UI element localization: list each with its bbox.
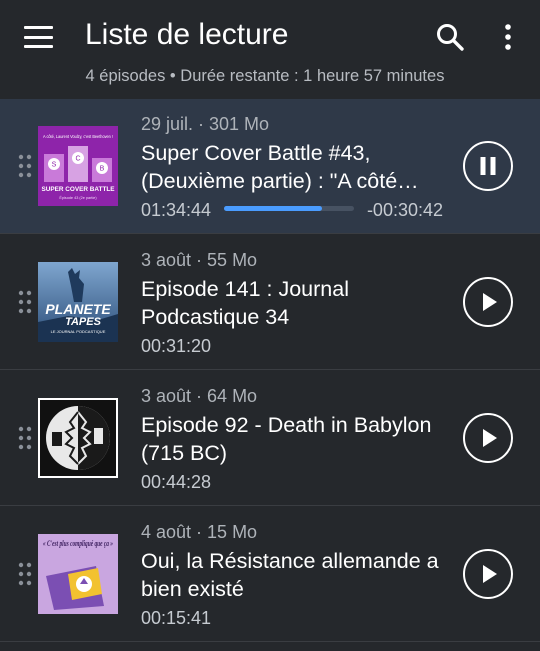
cover-title: SUPER COVER BATTLE (41, 186, 115, 193)
playlist-item[interactable]: S C B A côté, Laurent Voulzy, c'est Beet… (0, 99, 540, 234)
pause-button[interactable] (463, 141, 513, 191)
drag-handle-icon[interactable] (18, 426, 32, 450)
cover-top-text: « C'est plus compliqué que ça » (43, 539, 113, 548)
menu-icon[interactable] (24, 26, 53, 48)
play-button[interactable] (463, 549, 513, 599)
play-icon (483, 565, 497, 583)
drag-handle-icon[interactable] (18, 562, 32, 586)
episode-cover (38, 398, 118, 478)
episode-meta: 3 août · 55 Mo (141, 250, 258, 270)
episode-cover: « C'est plus compliqué que ça » (38, 534, 118, 614)
cover-line3: LE JOURNAL PODCASTIQUE (51, 329, 106, 334)
playlist-item[interactable]: 3 août · 64 Mo Episode 92 - Death in Bab… (0, 371, 540, 506)
playlist-item[interactable]: « C'est plus compliqué que ça » 4 août ·… (0, 507, 540, 642)
episode-meta: 3 août · 64 Mo (141, 386, 258, 406)
cover-line1: PLANETE (45, 301, 111, 317)
episode-cover: PLANETE TAPES LE JOURNAL PODCASTIQUE (38, 262, 118, 342)
episode-elapsed: 01:34:44 (141, 200, 212, 220)
page-title: Liste de lecture (85, 18, 289, 51)
episode-meta: 29 juil. · 301 Mo (141, 114, 270, 134)
episode-duration: 00:31:20 (141, 336, 212, 356)
episode-meta: 4 août · 15 Mo (141, 522, 258, 542)
search-icon[interactable] (435, 22, 465, 52)
episode-progress-fill (224, 206, 323, 211)
episode-title: Super Cover Battle #43, (Deuxième partie… (141, 141, 419, 193)
playlist-summary: 4 épisodes • Durée restante : 1 heure 57… (85, 67, 445, 85)
pause-icon (480, 157, 496, 175)
cover-letter-s: S (52, 162, 57, 169)
episode-title: Episode 92 - Death in Babylon (715 BC) (141, 413, 432, 465)
play-icon (483, 429, 497, 447)
episode-duration: 00:15:41 (141, 608, 212, 628)
play-button[interactable] (463, 413, 513, 463)
app-bar: Liste de lecture 4 épisodes • Durée rest… (0, 0, 540, 98)
episode-duration: 00:44:28 (141, 472, 212, 492)
playlist-item[interactable]: PLANETE TAPES LE JOURNAL PODCASTIQUE 3 a… (0, 235, 540, 370)
more-vert-icon[interactable] (498, 22, 518, 52)
episode-remaining: -00:30:42 (366, 200, 443, 220)
drag-handle-icon[interactable] (18, 290, 32, 314)
cover-small-text: Épisode 43 (2e partie) (59, 195, 97, 200)
cover-line2: TAPES (65, 316, 102, 328)
play-button[interactable] (463, 277, 513, 327)
cover-letter-c: C (75, 156, 80, 163)
play-icon (483, 293, 497, 311)
drag-handle-icon[interactable] (18, 154, 32, 178)
episode-progress-bar[interactable] (224, 206, 354, 211)
episode-title: Episode 141 : Journal Podcastique 34 (141, 277, 349, 329)
cover-top-text: A côté, Laurent Voulzy, c'est Beethoven … (43, 134, 113, 139)
episode-title: Oui, la Résistance allemande a bien exis… (141, 549, 439, 601)
episode-cover: S C B A côté, Laurent Voulzy, c'est Beet… (38, 126, 118, 206)
cover-letter-b: B (100, 166, 105, 173)
